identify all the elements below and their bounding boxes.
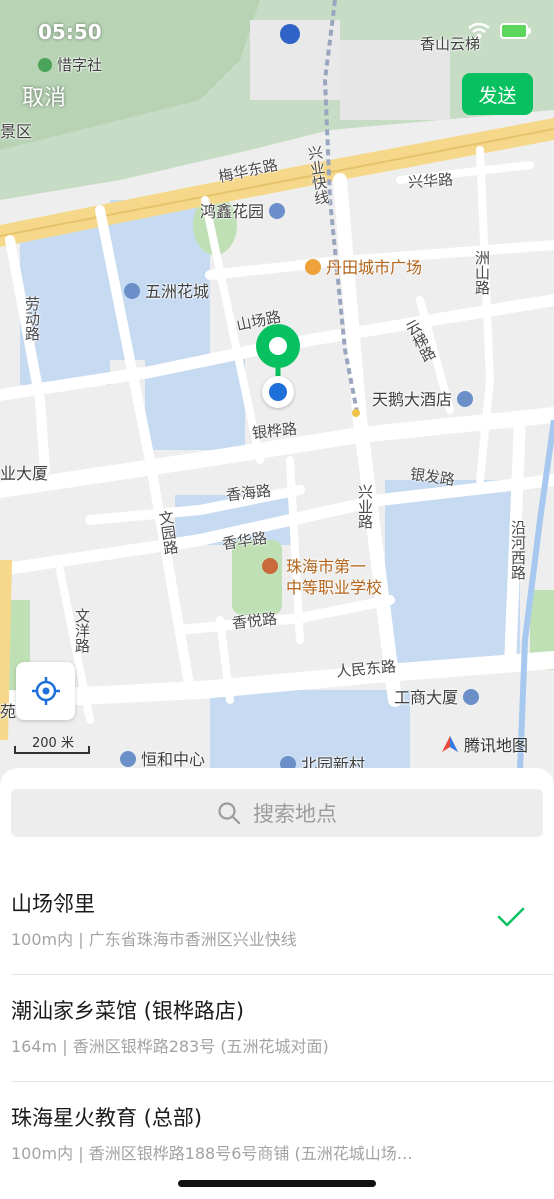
hotel-icon (457, 391, 474, 407)
tencent-map-logo-icon (442, 736, 458, 752)
battery-icon (500, 23, 531, 39)
location-sheet: 搜索地点 山场邻里 100m内 | 广东省珠海市香洲区兴业快线 潮汕家乡菜馆 (… (0, 768, 554, 1199)
poi-henghe-center: 恒和中心 (120, 746, 205, 770)
search-icon (218, 802, 241, 825)
mall-icon (305, 259, 321, 275)
road-wenyang: 文洋路 (73, 608, 91, 653)
road-yanhe-west: 沿河西路 (509, 520, 527, 580)
result-detail: 100m内 | 广东省珠海市香洲区兴业快线 (11, 930, 297, 949)
search-input[interactable]: 搜索地点 (11, 789, 543, 837)
scale-bar (14, 746, 90, 754)
road-laodong: 劳动路 (23, 296, 41, 341)
road-xingye: 兴业路 (356, 484, 374, 529)
home-indicator[interactable] (178, 1180, 376, 1187)
poi-hongxin-garden: 鸿鑫花园 (200, 198, 286, 222)
result-detail: 164m | 香洲区银桦路283号 (五洲花城对面) (11, 1037, 329, 1056)
poi-wuzhou-garden: 五洲花城 (124, 278, 209, 302)
poi-icon (38, 58, 52, 72)
cancel-button[interactable]: 取消 (22, 80, 66, 112)
search-placeholder: 搜索地点 (253, 802, 337, 826)
poi-yuan: 苑 (0, 702, 17, 721)
result-item[interactable]: 山场邻里 100m内 | 广东省珠海市香洲区兴业快线 (0, 868, 554, 975)
poi-dantian-plaza: 丹田城市广场 (305, 254, 422, 278)
poi-vocational-school: 珠海市第一 中等职业学校 (262, 556, 382, 598)
send-button[interactable]: 发送 (462, 73, 533, 115)
result-item[interactable]: 珠海星火教育 (总部) 100m内 | 香洲区银桦路188号6号商铺 (五洲花城… (0, 1082, 554, 1189)
poi-xizishe: 惜字社 (38, 54, 102, 75)
poi-jingqu: 景区 (0, 122, 33, 141)
crosshair-icon (31, 677, 60, 705)
poi-ye-building: 业大厦 (0, 464, 49, 483)
poi-xiangshan-yunti: 香山云梯 (420, 35, 481, 53)
road-xinghua: 兴华路 (407, 170, 454, 192)
result-item[interactable]: 潮汕家乡菜馆 (银桦路店) 164m | 香洲区银桦路283号 (五洲花城对面) (0, 975, 554, 1082)
poi-gongshang-building: 工商大厦 (394, 684, 480, 708)
locate-button[interactable] (16, 662, 75, 720)
map-view[interactable]: 05:50 惜字社 香山云梯 景区 梅华东路 兴业快线 兴华路 洲山路 鸿鑫花园… (0, 0, 554, 790)
poi-icon (269, 203, 286, 219)
checkmark-icon (497, 907, 525, 927)
school-icon (262, 558, 278, 574)
result-name: 潮汕家乡菜馆 (银桦路店) (11, 999, 245, 1023)
status-time: 05:50 (38, 20, 102, 44)
map-scale: 200 米 (14, 732, 90, 756)
current-location-marker (262, 376, 294, 408)
poi-tianhe-hotel: 天鹅大酒店 (372, 386, 474, 410)
poi-icon (463, 689, 480, 705)
poi-icon (120, 751, 136, 767)
result-name: 珠海星火教育 (总部) (11, 1106, 203, 1130)
map-provider: 腾讯地图 (440, 732, 528, 756)
result-detail: 100m内 | 香洲区银桦路188号6号商铺 (五洲花城山场… (11, 1144, 413, 1163)
road-zhoushan: 洲山路 (473, 250, 491, 295)
poi-icon (124, 283, 140, 299)
result-name: 山场邻里 (11, 892, 95, 916)
